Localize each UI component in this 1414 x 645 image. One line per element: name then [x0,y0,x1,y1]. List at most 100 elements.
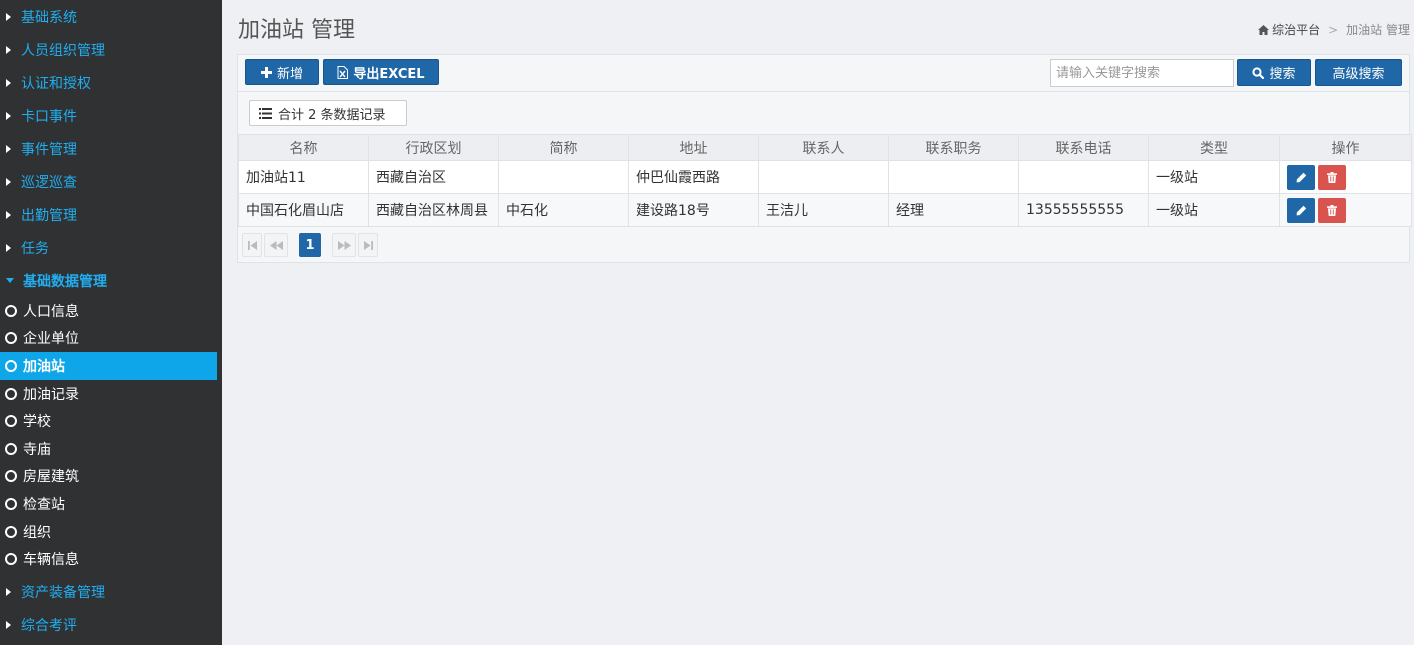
search-button[interactable]: 搜索 [1237,59,1311,86]
sidebar-group-event-mgmt[interactable]: 事件管理 [0,132,222,165]
column-header[interactable]: 类型 [1148,134,1280,161]
first-page-button[interactable] [242,233,262,257]
sidebar-item-vehicles[interactable]: 车辆信息 [0,545,217,573]
last-page-icon [363,240,373,250]
sidebar-item-label: 车辆信息 [23,552,79,569]
breadcrumb-separator: > [1328,22,1339,37]
table-row[interactable]: 加油站11 西藏自治区 仲巴仙霞西路 一级站 [238,160,1412,194]
table-cell: 建设路18号 [628,193,759,227]
edit-button[interactable] [1287,164,1315,190]
sidebar-group-attendance[interactable]: 出勤管理 [0,198,222,231]
sidebar-item-inspection-station[interactable]: 检查站 [0,490,217,518]
home-icon [1258,24,1270,35]
column-header[interactable]: 联系职务 [888,134,1019,161]
sidebar-group-patrol[interactable]: 巡逻巡查 [0,165,222,198]
delete-button[interactable] [1318,164,1346,190]
breadcrumb: 综治平台 > 加油站 管理 [1258,21,1410,38]
column-header[interactable]: 联系人 [758,134,889,161]
circle-icon [5,442,17,455]
data-panel: 新增 导出EXCEL 搜索 高级搜索 合计 2 条数据记录 [237,54,1412,263]
sidebar-item-enterprise[interactable]: 企业单位 [0,325,217,353]
pagination: 1 [242,232,380,258]
trash-icon [1327,204,1337,216]
circle-icon [5,415,17,428]
table-header-row: 名称 行政区划 简称 地址 联系人 联系职务 联系电话 类型 操作 [238,134,1412,161]
pencil-icon [1296,172,1306,182]
sidebar-item-temple[interactable]: 寺庙 [0,435,217,463]
sidebar-item-label: 组织 [23,524,51,541]
caret-right-icon [6,621,11,630]
record-count: 合计 2 条数据记录 [249,100,407,126]
sidebar-group-tasks[interactable]: 任务 [0,231,222,264]
caret-right-icon [6,45,11,54]
sidebar-group-label: 事件管理 [21,141,77,158]
search-input[interactable] [1050,59,1234,87]
sidebar-item-population[interactable]: 人口信息 [0,297,217,325]
record-count-label: 合计 2 条数据记录 [278,107,386,123]
caret-right-icon [6,588,11,597]
table-cell [1018,160,1149,194]
sidebar-item-gas-station[interactable]: 加油站 [0,352,217,380]
sidebar-group-label: 巡逻巡查 [21,174,77,191]
column-header[interactable]: 名称 [238,134,369,161]
sidebar-group-evaluation[interactable]: 综合考评 [0,609,222,642]
sidebar-group-auth[interactable]: 认证和授权 [0,66,222,99]
breadcrumb-home[interactable]: 综治平台 [1258,21,1320,38]
sidebar-group-label: 基础系统 [21,9,77,26]
page-number-button[interactable]: 1 [299,233,321,257]
excel-file-icon [337,65,349,79]
list-icon [259,107,272,119]
column-header[interactable]: 简称 [498,134,629,161]
sidebar-item-label: 加油站 [23,358,65,375]
sidebar-group-basic-data[interactable]: 基础数据管理 [0,264,222,297]
sidebar-group-checkpoint-events[interactable]: 卡口事件 [0,99,222,132]
sidebar-item-organization[interactable]: 组织 [0,518,217,546]
table-row[interactable]: 中国石化眉山店 西藏自治区林周县 中石化 建设路18号 王洁儿 经理 13555… [238,193,1412,227]
advanced-search-label: 高级搜索 [1332,67,1385,82]
caret-right-icon [6,210,11,219]
first-page-icon [247,240,257,250]
sidebar-item-label: 寺庙 [23,441,51,458]
table-actions [1279,193,1412,227]
prev-page-button[interactable] [264,233,288,257]
sidebar-item-label: 人口信息 [23,303,79,320]
table-cell: 西藏自治区 [368,160,499,194]
delete-button[interactable] [1318,197,1346,223]
column-header[interactable]: 地址 [628,134,759,161]
table-cell: 13555555555 [1018,193,1149,227]
circle-icon [5,470,17,483]
export-excel-button[interactable]: 导出EXCEL [323,59,439,85]
sidebar-group-label: 任务 [21,240,49,257]
search-button-label: 搜索 [1269,67,1296,82]
sidebar-group-label: 出勤管理 [21,207,77,224]
circle-icon [5,525,17,538]
sidebar-group-label: 资产装备管理 [21,585,105,602]
sidebar-group-basic-system[interactable]: 基础系统 [0,0,222,33]
sidebar-submenu: 人口信息 企业单位 加油站 加油记录 学校 寺庙 房屋建筑 检查站 组织 车辆信… [0,297,222,573]
sidebar-item-label: 加油记录 [23,386,79,403]
table-cell: 仲巴仙霞西路 [628,160,759,194]
last-page-button[interactable] [358,233,378,257]
table-cell: 中石化 [498,193,629,227]
search-icon [1252,66,1265,79]
column-header: 操作 [1279,134,1412,161]
export-button-label: 导出EXCEL [353,66,425,82]
add-button[interactable]: 新增 [245,59,319,85]
plus-icon [260,66,272,78]
table-cell [888,160,1019,194]
sidebar-item-school[interactable]: 学校 [0,407,217,435]
page-title: 加油站 管理 [238,18,355,43]
sidebar-group-label: 人员组织管理 [21,42,105,59]
sidebar-group-assets[interactable]: 资产装备管理 [0,576,222,609]
column-header[interactable]: 行政区划 [368,134,499,161]
sidebar-group-personnel-org[interactable]: 人员组织管理 [0,33,222,66]
toolbar: 新增 导出EXCEL 搜索 高级搜索 [238,55,1409,92]
table-cell [758,160,889,194]
next-page-button[interactable] [332,233,356,257]
table-cell: 一级站 [1148,193,1280,227]
column-header[interactable]: 联系电话 [1018,134,1149,161]
edit-button[interactable] [1287,197,1315,223]
sidebar-item-refuel-records[interactable]: 加油记录 [0,380,217,408]
advanced-search-button[interactable]: 高级搜索 [1315,59,1402,86]
sidebar-item-buildings[interactable]: 房屋建筑 [0,463,217,491]
